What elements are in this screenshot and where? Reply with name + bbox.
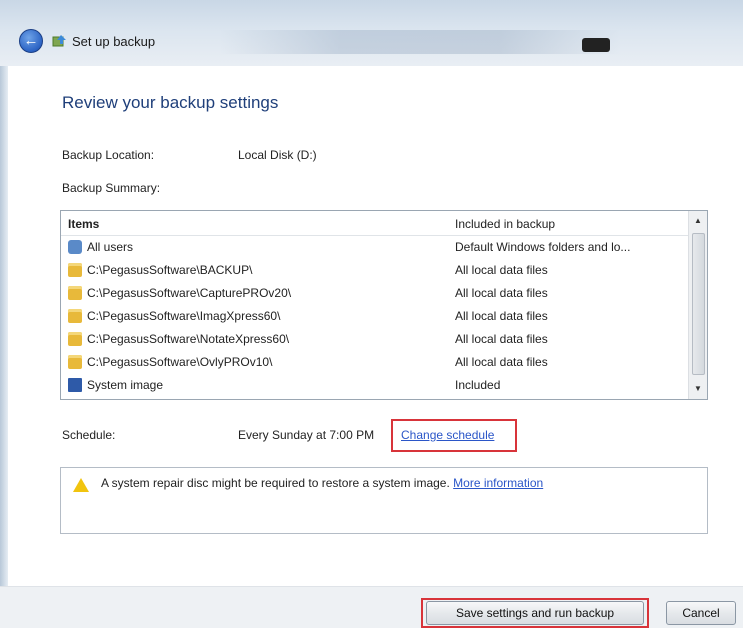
page-heading: Review your backup settings xyxy=(62,93,279,112)
list-scrollbar[interactable]: ▲ ▼ xyxy=(688,211,707,399)
warning-message: A system repair disc might be required t… xyxy=(101,476,450,490)
list-item[interactable]: C:\PegasusSoftware\ImagXpress60\ All loc… xyxy=(61,305,689,328)
list-item[interactable]: C:\PegasusSoftware\BACKUP\ All local dat… xyxy=(61,259,689,282)
warning-text-line: A system repair disc might be required t… xyxy=(101,476,543,490)
list-item[interactable]: C:\PegasusSoftware\CapturePROv20\ All lo… xyxy=(61,282,689,305)
list-item-name: System image xyxy=(87,378,164,392)
footer-bar: Save settings and run backup Cancel xyxy=(0,586,743,628)
list-item-included: Default Windows folders and lo... xyxy=(455,240,631,254)
list-item-included: All local data files xyxy=(455,286,548,300)
folder-icon xyxy=(68,332,82,346)
backup-location-value: Local Disk (D:) xyxy=(238,148,317,162)
scroll-up-icon[interactable]: ▲ xyxy=(689,213,707,229)
save-and-run-backup-button[interactable]: Save settings and run backup xyxy=(426,601,644,625)
folder-icon xyxy=(68,263,82,277)
change-schedule-link[interactable]: Change schedule xyxy=(401,428,494,442)
users-icon xyxy=(68,240,82,254)
cancel-button[interactable]: Cancel xyxy=(666,601,736,625)
backup-items-list[interactable]: Items Included in backup All users Defau… xyxy=(60,210,708,400)
list-item-included: Included xyxy=(455,378,501,392)
system-image-icon xyxy=(68,378,82,392)
list-item-name: All users xyxy=(87,240,134,254)
backup-summary-label: Backup Summary: xyxy=(62,181,161,195)
list-header: Items Included in backup xyxy=(61,211,689,236)
list-item-name: C:\PegasusSoftware\BACKUP\ xyxy=(87,263,253,277)
list-item-included: All local data files xyxy=(455,355,548,369)
list-item-name: C:\PegasusSoftware\ImagXpress60\ xyxy=(87,309,281,323)
backup-location-label: Backup Location: xyxy=(62,148,155,162)
back-button[interactable]: ← xyxy=(19,29,43,53)
list-item-name: C:\PegasusSoftware\CapturePROv20\ xyxy=(87,286,292,300)
schedule-label: Schedule: xyxy=(62,428,116,442)
scroll-down-icon[interactable]: ▼ xyxy=(689,381,707,397)
schedule-value: Every Sunday at 7:00 PM xyxy=(238,428,375,442)
folder-icon xyxy=(68,355,82,369)
list-item[interactable]: C:\PegasusSoftware\OvlyPROv10\ All local… xyxy=(61,351,689,374)
list-item[interactable]: C:\PegasusSoftware\NotateXpress60\ All l… xyxy=(61,328,689,351)
title-bar: ← Set up backup xyxy=(0,0,743,66)
warning-icon xyxy=(73,478,89,492)
back-arrow-icon: ← xyxy=(23,32,39,49)
title-bar-blur xyxy=(220,30,620,54)
list-item[interactable]: All users Default Windows folders and lo… xyxy=(61,236,689,259)
scroll-thumb[interactable] xyxy=(692,233,705,375)
list-item-included: All local data files xyxy=(455,263,548,277)
list-item-included: All local data files xyxy=(455,332,548,346)
backup-app-icon xyxy=(52,35,66,47)
column-header-included[interactable]: Included in backup xyxy=(455,217,555,231)
list-item[interactable]: System image Included xyxy=(61,374,689,397)
title-bar-dark-region xyxy=(582,38,610,52)
warning-box: A system repair disc might be required t… xyxy=(60,467,708,534)
folder-icon xyxy=(68,286,82,300)
window-frame-left xyxy=(0,66,8,586)
list-item-included: All local data files xyxy=(455,309,548,323)
list-item-name: C:\PegasusSoftware\OvlyPROv10\ xyxy=(87,355,273,369)
list-item-name: C:\PegasusSoftware\NotateXpress60\ xyxy=(87,332,290,346)
more-information-link[interactable]: More information xyxy=(453,476,543,490)
window-title: Set up backup xyxy=(72,34,156,49)
folder-icon xyxy=(68,309,82,323)
column-header-items[interactable]: Items xyxy=(68,217,99,231)
